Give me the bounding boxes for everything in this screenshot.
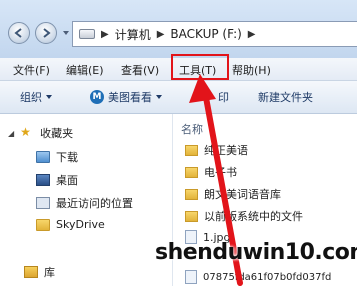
meitu-label: 美图看看 — [108, 91, 152, 104]
recent-pages-dropdown[interactable] — [63, 31, 69, 35]
collapse-icon[interactable]: ◢ — [8, 129, 14, 138]
star-icon: ★ — [20, 125, 31, 139]
folder-icon — [185, 188, 198, 200]
chevron-down-icon — [156, 95, 162, 99]
recent-places-icon — [36, 197, 50, 209]
print-label: 印 — [218, 91, 229, 104]
forward-button[interactable] — [35, 22, 57, 44]
library-icon — [24, 266, 38, 278]
download-folder-icon — [36, 151, 50, 163]
print-button[interactable]: 印 — [218, 89, 229, 105]
column-header-name[interactable]: 名称 — [181, 121, 203, 137]
sidebar-item-downloads[interactable]: 下载 — [36, 149, 78, 165]
sidebar-item-desktop[interactable]: 桌面 — [36, 172, 78, 188]
forward-arrow-icon — [43, 28, 51, 38]
menu-view[interactable]: 查看(V) — [121, 62, 159, 78]
navigation-pane: ◢ ★ 收藏夹 下载 桌面 最近访问的位置 SkyDrive 库 — [0, 114, 173, 286]
new-folder-button[interactable]: 新建文件夹 — [258, 89, 313, 105]
window-titlebar: ▶ 计算机 ▶ BACKUP (F:) ▶ — [0, 0, 357, 59]
sidebar-item-label: 下载 — [56, 151, 78, 164]
file-name: 07875fda61f07b0fd037fd — [203, 271, 332, 283]
folder-icon — [185, 166, 198, 178]
new-folder-label: 新建文件夹 — [258, 91, 313, 104]
list-item[interactable]: 以前版系统中的文件 — [185, 208, 303, 224]
organize-label: 组织 — [20, 91, 42, 104]
desktop-icon — [36, 174, 50, 186]
folder-icon — [185, 210, 198, 222]
file-name: 电子书 — [204, 166, 237, 179]
file-name: 以前版系统中的文件 — [204, 210, 303, 223]
breadcrumb-computer[interactable]: 计算机 — [115, 26, 151, 43]
sidebar-item-label: 最近访问的位置 — [56, 197, 133, 210]
chevron-down-icon — [46, 95, 52, 99]
list-item[interactable]: 纯正美语 — [185, 142, 248, 158]
sidebar-item-label: SkyDrive — [56, 218, 105, 231]
list-item[interactable]: 07875fda61f07b0fd037fd — [185, 270, 331, 284]
sidebar-item-recent[interactable]: 最近访问的位置 — [36, 195, 133, 211]
menu-edit[interactable]: 编辑(E) — [66, 62, 104, 78]
favorites-label: 收藏夹 — [40, 127, 74, 140]
list-item[interactable]: 朗文美词语音库 — [185, 186, 281, 202]
image-file-icon — [185, 270, 197, 284]
breadcrumb-drive[interactable]: BACKUP (F:) — [170, 27, 241, 41]
drive-icon — [79, 29, 95, 39]
menu-help[interactable]: 帮助(H) — [232, 62, 271, 78]
library-group[interactable]: 库 — [24, 264, 55, 280]
breadcrumb-separator-icon[interactable]: ▶ — [101, 29, 109, 40]
tools-menu-highlight-box — [171, 54, 229, 80]
file-name: 朗文美词语音库 — [204, 188, 281, 201]
menu-file[interactable]: 文件(F) — [13, 62, 50, 78]
sidebar-item-label: 桌面 — [56, 174, 78, 187]
breadcrumb-separator-icon[interactable]: ▶ — [157, 29, 165, 40]
folder-icon — [185, 144, 198, 156]
breadcrumb-separator-icon[interactable]: ▶ — [248, 29, 256, 40]
address-bar[interactable]: ▶ 计算机 ▶ BACKUP (F:) ▶ — [72, 21, 357, 47]
folder-icon — [36, 218, 50, 231]
back-arrow-icon — [14, 28, 22, 38]
favorites-group[interactable]: ◢ ★ 收藏夹 — [8, 125, 73, 141]
sidebar-item-skydrive[interactable]: SkyDrive — [36, 218, 105, 231]
meitu-button[interactable]: M 美图看看 — [90, 89, 162, 105]
watermark-text: shenduwin10.com — [155, 240, 357, 265]
file-name: 纯正美语 — [204, 144, 248, 157]
command-toolbar: 组织 M 美图看看 印 新建文件夹 — [0, 81, 357, 114]
library-label: 库 — [44, 266, 55, 279]
organize-button[interactable]: 组织 — [20, 89, 52, 105]
back-button[interactable] — [8, 22, 30, 44]
list-item[interactable]: 电子书 — [185, 164, 237, 180]
meitu-icon: M — [90, 90, 104, 104]
